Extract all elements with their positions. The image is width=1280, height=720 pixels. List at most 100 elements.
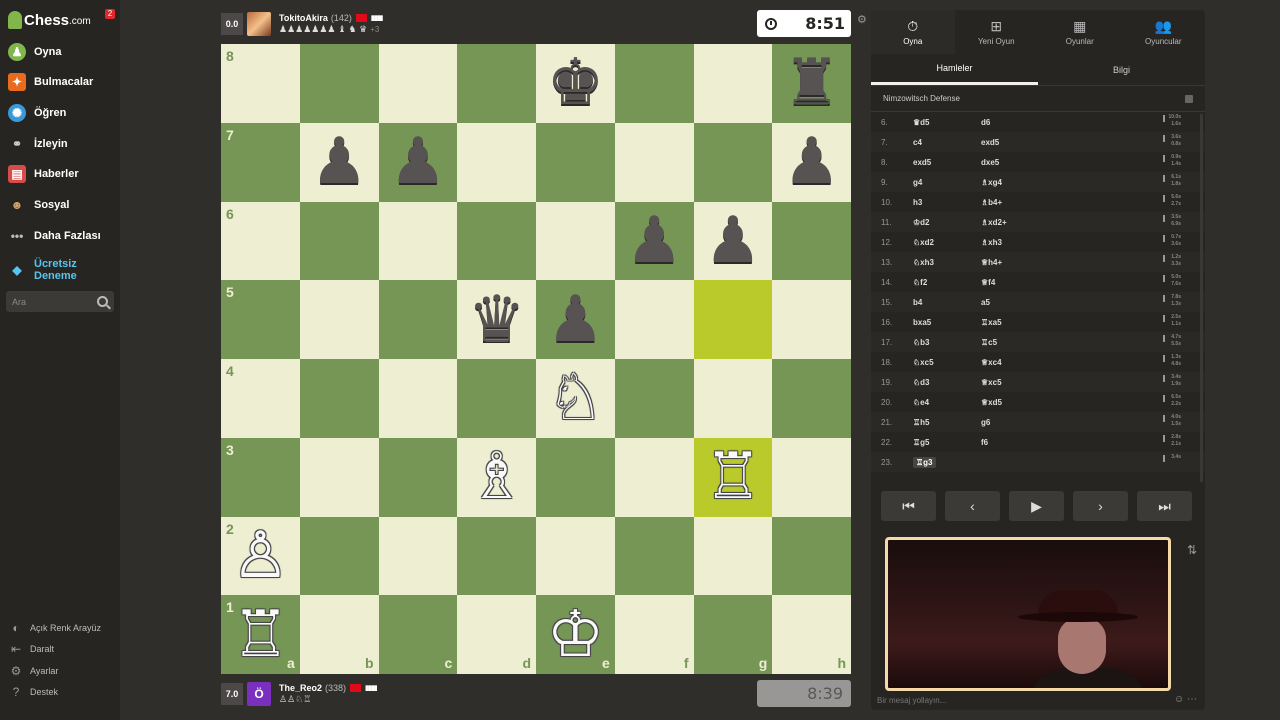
tab-players[interactable]: 👥 Oyuncular xyxy=(1122,10,1206,54)
white-move-text[interactable]: ♘xd2 xyxy=(913,238,934,247)
sidebar-settings[interactable]: ⚙ Ayarlar xyxy=(10,663,59,679)
black-move[interactable]: ♕f4 xyxy=(969,278,1149,287)
square-g1[interactable]: g xyxy=(693,595,773,674)
square-e4[interactable]: ♘ xyxy=(536,359,615,438)
square-b5[interactable] xyxy=(299,280,379,359)
square-c2[interactable] xyxy=(378,516,458,596)
square-f2[interactable] xyxy=(614,516,694,596)
tab-moves[interactable]: Hamleler xyxy=(871,54,1038,85)
white-move-text[interactable]: h3 xyxy=(913,198,922,207)
square-g5[interactable] xyxy=(693,280,773,359)
square-e8[interactable]: ♚ xyxy=(536,44,615,123)
square-e6[interactable] xyxy=(536,201,615,281)
square-c3[interactable] xyxy=(378,437,458,517)
square-d8[interactable] xyxy=(457,44,536,123)
square-h7[interactable]: ♟ xyxy=(772,122,851,202)
square-d5[interactable]: ♛ xyxy=(457,280,536,359)
square-c8[interactable] xyxy=(378,44,458,123)
piece-c7[interactable]: ♟ xyxy=(379,123,458,202)
white-move[interactable]: ♘e4 xyxy=(903,398,969,407)
square-g8[interactable] xyxy=(693,44,773,123)
sidebar-item-play[interactable]: ♟ Oyna xyxy=(8,41,62,63)
white-move-text[interactable]: bxa5 xyxy=(913,318,931,327)
sidebar-item-more[interactable]: ••• Daha Fazlası xyxy=(8,225,101,247)
black-move[interactable]: ♗xh3 xyxy=(969,238,1149,247)
square-a2[interactable]: 2 ♙ xyxy=(221,516,300,596)
square-h4[interactable] xyxy=(772,359,851,438)
black-move[interactable]: ♖c5 xyxy=(969,338,1149,347)
black-move[interactable]: exd5 xyxy=(969,138,1149,147)
square-b7[interactable]: ♟ xyxy=(299,122,379,202)
square-g7[interactable] xyxy=(693,122,773,202)
chat-options-icon[interactable]: ☺ ⋯ xyxy=(1174,694,1197,705)
board-settings-icon[interactable]: ⚙ xyxy=(857,13,867,26)
next-move-button[interactable]: › xyxy=(1073,491,1128,521)
white-move[interactable]: ♛d5 xyxy=(903,118,969,127)
white-move[interactable]: exd5 xyxy=(903,158,969,167)
square-d7[interactable] xyxy=(457,122,536,202)
square-g4[interactable] xyxy=(693,359,773,438)
sidebar-item-news[interactable]: ▤ Haberler xyxy=(8,163,79,185)
previous-move-button[interactable]: ‹ xyxy=(945,491,1000,521)
square-g2[interactable] xyxy=(693,516,773,596)
piece-h7[interactable]: ♟ xyxy=(772,123,851,202)
black-move[interactable]: a5 xyxy=(969,298,1149,307)
search-icon[interactable] xyxy=(97,296,108,307)
black-move[interactable]: ♕xc5 xyxy=(969,378,1149,387)
square-g3[interactable]: ♖ xyxy=(693,437,773,517)
tab-info[interactable]: Bilgi xyxy=(1038,54,1205,85)
piece-e8[interactable]: ♚ xyxy=(536,44,615,123)
move-list[interactable]: 6. ♛d5 d6 10.0s 1.6s 7. c4 exd5 3.6s 0.8s 8. exd5 dx… xyxy=(871,112,1205,482)
square-d3[interactable]: ♗ xyxy=(457,437,536,517)
white-move-text[interactable]: c4 xyxy=(913,138,922,147)
square-f1[interactable]: f xyxy=(614,595,694,674)
square-a5[interactable]: 5 xyxy=(221,280,300,359)
book-icon[interactable] xyxy=(1185,94,1193,103)
square-b3[interactable] xyxy=(299,437,379,517)
white-move[interactable]: h3 xyxy=(903,198,969,207)
chess-board[interactable]: 8 ♚ ♜ 7 ♟ ♟ ♟ 6 ♟ ♟ 5 ♛ ♟ 4 ♘ 3 ♗ ♖ 2 ♙ 1 a ♖ b c d e ♔ f g h xyxy=(221,44,851,674)
square-b8[interactable] xyxy=(299,44,379,123)
piece-d3[interactable]: ♗ xyxy=(457,438,536,517)
avatar[interactable] xyxy=(247,12,271,36)
chat-input[interactable] xyxy=(877,696,1177,705)
piece-a1[interactable]: ♖ xyxy=(221,595,300,674)
tab-new-game[interactable]: ⊞ Yeni Oyun xyxy=(955,10,1039,54)
piece-a2[interactable]: ♙ xyxy=(221,517,300,596)
square-a8[interactable]: 8 xyxy=(221,44,300,123)
black-move[interactable]: g6 xyxy=(969,418,1149,427)
player-name[interactable]: The_Reo2 xyxy=(279,683,322,693)
square-c1[interactable]: c xyxy=(378,595,458,674)
sidebar-item-free-trial[interactable]: ◆ Ücretsiz Deneme xyxy=(8,257,76,283)
square-f7[interactable] xyxy=(614,122,694,202)
square-d4[interactable] xyxy=(457,359,536,438)
piece-d5[interactable]: ♛ xyxy=(457,280,536,359)
white-move[interactable]: ♘xc5 xyxy=(903,358,969,367)
white-move-text[interactable]: ♘b3 xyxy=(913,338,930,347)
square-b6[interactable] xyxy=(299,201,379,281)
square-d2[interactable] xyxy=(457,516,536,596)
piece-f6[interactable]: ♟ xyxy=(615,202,694,281)
avatar[interactable]: Ö xyxy=(247,682,271,706)
last-move-button[interactable]: ⏭ xyxy=(1137,491,1192,521)
white-move-text[interactable]: ♖h5 xyxy=(913,418,930,427)
piece-e5[interactable]: ♟ xyxy=(536,280,615,359)
piece-b7[interactable]: ♟ xyxy=(300,123,379,202)
white-move[interactable]: ♘xh3 xyxy=(903,258,969,267)
square-c4[interactable] xyxy=(378,359,458,438)
square-f6[interactable]: ♟ xyxy=(614,201,694,281)
square-e3[interactable] xyxy=(536,437,615,517)
sidebar-item-puzzles[interactable]: ✦ Bulmacalar xyxy=(8,71,93,93)
player-name[interactable]: TokitoAkira xyxy=(279,13,328,23)
square-f3[interactable] xyxy=(614,437,694,517)
search-box[interactable] xyxy=(6,291,114,312)
square-f8[interactable] xyxy=(614,44,694,123)
white-move-text[interactable]: exd5 xyxy=(913,158,931,167)
square-h3[interactable] xyxy=(772,437,851,517)
white-move-text[interactable]: ♘f2 xyxy=(913,278,927,287)
white-move[interactable]: bxa5 xyxy=(903,318,969,327)
tab-play[interactable]: ⏱ Oyna xyxy=(871,10,955,54)
black-move[interactable]: ♗xd2+ xyxy=(969,218,1149,227)
sidebar-item-watch[interactable]: ⚭ İzleyin xyxy=(8,133,68,155)
square-e1[interactable]: e ♔ xyxy=(536,595,615,674)
